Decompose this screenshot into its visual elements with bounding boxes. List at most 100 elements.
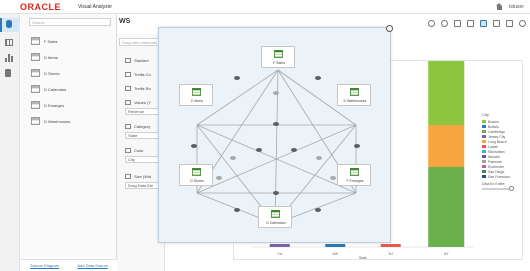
category-icon — [125, 124, 131, 129]
x-axis-title: State — [359, 256, 367, 260]
data-slider[interactable] — [482, 186, 514, 191]
table-icon — [274, 50, 283, 58]
rail-filters[interactable] — [5, 69, 15, 78]
grammar-row-label: Trellis Co — [134, 72, 151, 77]
legend-swatch — [482, 150, 486, 153]
legend-swatch — [482, 135, 486, 138]
visual-analyzer-app: ORACLE Visual Analyzer tstuser Search F … — [0, 0, 530, 271]
legend-swatch — [482, 155, 486, 158]
values-field[interactable]: Revenue — [125, 108, 161, 115]
bookmark-icon — [5, 69, 11, 77]
legend-swatch — [482, 165, 486, 168]
bar-segment[interactable] — [325, 244, 346, 247]
table-icon — [350, 88, 359, 96]
table-icon — [31, 85, 40, 93]
legend-title: City — [482, 112, 489, 117]
grammar-row-label: Color — [134, 148, 144, 153]
size-icon — [125, 174, 131, 179]
rows-icon — [125, 86, 131, 91]
chart-type-icon — [125, 58, 131, 63]
save-icon[interactable] — [506, 20, 513, 27]
source-diagram-link[interactable]: Source Diagram — [30, 263, 59, 268]
bar-segment[interactable] — [428, 125, 465, 167]
table-icon — [350, 168, 359, 176]
slider-handle[interactable] — [509, 186, 514, 191]
bar-chart-icon — [5, 54, 13, 62]
grammar-row-trellis-rows[interactable]: Trellis Ro — [125, 86, 151, 91]
schema-node-sales[interactable]: F Sales — [261, 46, 295, 68]
table-icon — [192, 88, 201, 96]
legend-label: Rochester — [488, 164, 504, 169]
data-source-item[interactable]: D Items — [31, 52, 111, 62]
category-field[interactable]: State — [125, 132, 161, 139]
legend-label: Jersey City — [488, 134, 506, 139]
home-icon[interactable] — [495, 3, 503, 10]
grammar-row-trellis-columns[interactable]: Trellis Co — [125, 72, 151, 77]
table-icon — [271, 210, 280, 218]
data-source-label: F Sales — [44, 38, 58, 44]
color-field[interactable]: City — [125, 156, 161, 163]
grammar-row-category[interactable]: Category — [125, 124, 150, 129]
table-icon — [31, 117, 40, 125]
search-input[interactable]: Search — [29, 18, 111, 26]
bar-segment[interactable] — [428, 61, 465, 125]
drag-elements-field[interactable]: Drag data elements — [119, 38, 163, 46]
user-menu[interactable]: tstuser — [509, 4, 524, 10]
legend-swatch — [482, 145, 486, 148]
table-icon — [192, 168, 201, 176]
settings-icon[interactable] — [519, 20, 526, 27]
grammar-row-label: Trellis Ro — [134, 86, 151, 91]
oracle-logo: ORACLE — [20, 2, 61, 12]
legend-item[interactable]: San Francisco — [482, 174, 514, 179]
rail-data-elements[interactable] — [5, 39, 15, 48]
x-tick-label: NJ — [389, 252, 394, 256]
header-right: tstuser — [495, 3, 524, 10]
schema-node-stores[interactable]: D Stores — [179, 164, 213, 186]
node-label: D Items — [190, 99, 204, 103]
legend-swatch — [482, 160, 486, 163]
table-icon — [31, 37, 40, 45]
grammar-row-stacked[interactable]: Stacked — [125, 58, 148, 63]
redo-icon[interactable] — [441, 20, 448, 27]
schema-node-items[interactable]: D Items — [179, 84, 213, 106]
data-sources-panel: Search F Sales D Items D Stores D Calend… — [21, 14, 117, 271]
layout-icon[interactable] — [467, 20, 474, 27]
data-source-item[interactable]: D Stores — [31, 68, 111, 78]
rail-data-sources[interactable] — [0, 18, 20, 32]
node-label: D Warehouses — [343, 99, 367, 103]
database-icon — [6, 20, 12, 28]
schema-node-calendars[interactable]: D Calendars — [258, 206, 292, 228]
undo-icon[interactable] — [428, 20, 435, 27]
size-field[interactable]: Drag Data Ele — [125, 182, 161, 189]
schema-node-emarges[interactable]: F Emarges — [337, 164, 371, 186]
data-source-label: D Warehouses — [44, 118, 71, 124]
schema-node-warehouses[interactable]: D Warehouses — [337, 84, 371, 106]
data-source-item[interactable]: D Warehouses — [31, 116, 111, 126]
filter-icon[interactable] — [493, 20, 500, 27]
grammar-row-size[interactable]: Size (Wid — [125, 174, 151, 179]
add-visualization-icon[interactable] — [454, 20, 461, 27]
grammar-row-color[interactable]: Color — [125, 148, 144, 153]
chart-legend: City Boston Buffalo Cambridge Jersey City Lo… — [482, 112, 514, 191]
rail-visualizations[interactable] — [5, 54, 15, 63]
data-source-label: D Items — [44, 54, 58, 60]
add-data-source-link[interactable]: Add Data Source — [77, 263, 107, 268]
node-label: F Emarges — [346, 179, 364, 183]
data-icon[interactable] — [480, 20, 487, 27]
data-source-item[interactable]: F Sales — [31, 36, 111, 46]
bar-segment[interactable] — [428, 167, 465, 247]
node-label: D Stores — [190, 179, 204, 183]
legend-label: Newark — [488, 154, 500, 159]
workspace-title: WS — [119, 18, 131, 25]
bar-segment[interactable] — [269, 244, 290, 247]
bar-segment[interactable] — [380, 244, 401, 247]
x-tick-label: MA — [333, 252, 339, 256]
legend-swatch — [482, 130, 486, 133]
table-icon — [31, 53, 40, 61]
grammar-row-values[interactable]: Values (Y — [125, 100, 151, 105]
legend-label: San Diego — [488, 169, 505, 174]
table-icon — [31, 101, 40, 109]
legend-label: Long Beach — [488, 139, 507, 144]
data-source-item[interactable]: D Calendars — [31, 84, 111, 94]
data-source-item[interactable]: D Emarges — [31, 100, 111, 110]
